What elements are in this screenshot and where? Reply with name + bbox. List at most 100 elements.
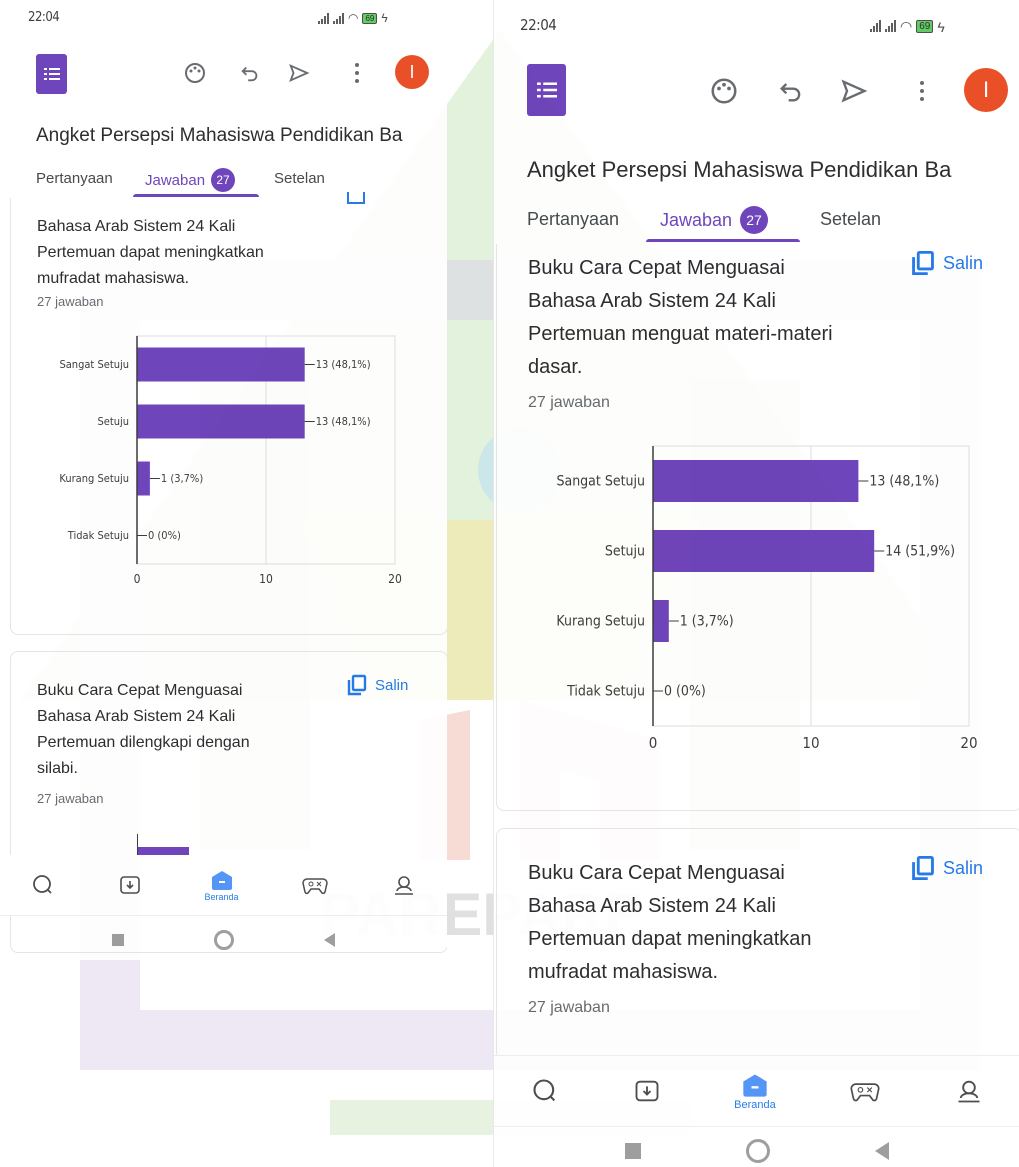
tab-jawaban-label: Jawaban (145, 171, 206, 189)
nav-games[interactable] (849, 1077, 881, 1105)
account-avatar[interactable]: I (964, 68, 1008, 112)
nav-search[interactable] (531, 1077, 559, 1105)
bar-chart: 0 10 20 Sangat Setuju 13 (48,1%) Setuju 14 (51… (556, 445, 978, 752)
category-label: Sangat Setuju (556, 474, 645, 490)
question-line: Bahasa Arab Sistem 24 Kali (528, 290, 776, 312)
forms-app-icon[interactable] (527, 64, 566, 116)
status-time: 22:04 (520, 16, 557, 34)
wifi-icon: ◠ (348, 11, 359, 25)
tab-setelan[interactable]: Setelan (274, 170, 325, 187)
system-navigation (0, 920, 447, 960)
status-icons: ◠ 69 ϟ (870, 18, 945, 35)
nav-beranda-label: Beranda (734, 1099, 776, 1111)
profile-icon (394, 876, 413, 895)
question-text: Buku Cara Cepat Menguasai Bahasa Arab Si… (37, 678, 250, 782)
palette-icon[interactable] (180, 58, 210, 88)
home-button-icon[interactable] (746, 1139, 770, 1163)
bottom-navigation: Beranda (494, 1055, 1019, 1127)
home-icon (743, 1074, 767, 1097)
question-line: mufradat mahasiswa. (37, 270, 190, 287)
nav-beranda[interactable]: Beranda (734, 1071, 776, 1111)
question-line: Pertemuan dapat meningkatkan (37, 244, 264, 261)
tab-jawaban[interactable]: Jawaban 27 (145, 168, 236, 192)
battery-icon: 69 (916, 20, 934, 33)
back-icon[interactable] (324, 933, 335, 947)
copy-label: Salin (375, 676, 409, 694)
x-tick-label: 0 (649, 734, 658, 752)
system-navigation (494, 1135, 1019, 1167)
data-label: 1 (3,7%) (161, 472, 203, 485)
question-line: Buku Cara Cepat Menguasai (37, 682, 243, 699)
recents-icon[interactable] (625, 1143, 641, 1159)
nav-games[interactable] (301, 873, 329, 897)
data-label: 0 (0%) (148, 529, 181, 542)
palette-icon[interactable] (706, 73, 742, 109)
form-title: Angket Persepsi Mahasiswa Pendidikan Ba (527, 157, 952, 182)
response-count: 27 jawaban (528, 394, 610, 411)
tab-pertanyaan[interactable]: Pertanyaan (527, 209, 619, 230)
nav-profile[interactable] (392, 873, 416, 897)
question-card: Bahasa Arab Sistem 24 Kali Pertemuan dap… (10, 192, 447, 635)
question-line: dasar. (528, 356, 583, 378)
profile-icon (958, 1080, 980, 1103)
search-icon (533, 1079, 555, 1102)
question-line: Pertemuan menguat materi-materi (528, 323, 833, 345)
more-options-icon[interactable] (904, 73, 940, 109)
response-count: 27 jawaban (528, 999, 610, 1016)
question-line: Bahasa Arab Sistem 24 Kali (37, 708, 236, 725)
copy-chart-button[interactable]: Salin (911, 855, 983, 881)
nav-search[interactable] (31, 873, 55, 897)
chart-bar (653, 530, 875, 572)
chart-bar (137, 461, 150, 496)
undo-icon[interactable] (235, 58, 265, 88)
category-label: Tidak Setuju (566, 684, 645, 700)
data-label: 13 (48,1%) (316, 358, 371, 371)
wifi-icon: ◠ (900, 18, 913, 34)
nav-profile[interactable] (955, 1077, 983, 1105)
tab-pertanyaan[interactable]: Pertanyaan (36, 170, 113, 187)
signal-icon (885, 20, 896, 32)
send-icon[interactable] (284, 58, 314, 88)
more-options-icon[interactable] (342, 58, 372, 88)
copy-icon[interactable] (347, 192, 365, 204)
undo-icon[interactable] (773, 73, 809, 109)
search-icon (33, 875, 52, 894)
response-count-badge: 27 (740, 206, 769, 234)
question-line: Pertemuan dapat meningkatkan (528, 928, 812, 950)
question-text: Buku Cara Cepat Menguasai Bahasa Arab Si… (528, 857, 812, 989)
copy-label: Salin (943, 857, 984, 878)
recents-icon[interactable] (112, 934, 124, 946)
send-icon[interactable] (836, 73, 872, 109)
question-line: mufradat mahasiswa. (528, 961, 719, 983)
nav-download[interactable] (118, 873, 142, 897)
home-icon (211, 871, 232, 890)
copy-chart-button[interactable]: Salin (347, 674, 408, 696)
back-icon[interactable] (875, 1142, 889, 1160)
avatar-initial: I (409, 61, 415, 82)
signal-icon (318, 12, 329, 24)
category-label: Setuju (97, 415, 129, 428)
nav-download[interactable] (633, 1077, 661, 1105)
home-button-icon[interactable] (214, 930, 234, 950)
data-label: 1 (3,7%) (680, 614, 734, 630)
signal-icon (333, 12, 344, 24)
account-avatar[interactable]: I (395, 55, 429, 89)
tab-jawaban-label: Jawaban (660, 209, 733, 230)
question-line: silabi. (37, 760, 78, 777)
copy-label: Salin (943, 252, 984, 273)
nav-beranda[interactable]: Beranda (204, 868, 239, 902)
chart-bar (653, 460, 859, 502)
category-label: Kurang Setuju (556, 614, 645, 630)
question-card: Salin Buku Cara Cepat Menguasai Bahasa A… (496, 244, 1019, 811)
list-icon (43, 68, 60, 80)
tab-active-indicator (646, 239, 800, 242)
left-screen: 22:04 ◠ 69 ϟ I Angket Persepsi Mahasiswa… (0, 0, 447, 960)
response-count-badge: 27 (211, 168, 236, 192)
signal-icon (870, 20, 881, 32)
x-tick-label: 0 (134, 572, 141, 586)
tab-jawaban[interactable]: Jawaban 27 (660, 206, 769, 234)
copy-chart-button[interactable]: Salin (911, 250, 983, 276)
forms-app-icon[interactable] (36, 54, 67, 94)
right-screen: 22:04 ◠ 69 ϟ I Angket Persepsi Mahasiswa… (493, 0, 1019, 1167)
tab-setelan[interactable]: Setelan (820, 209, 881, 230)
